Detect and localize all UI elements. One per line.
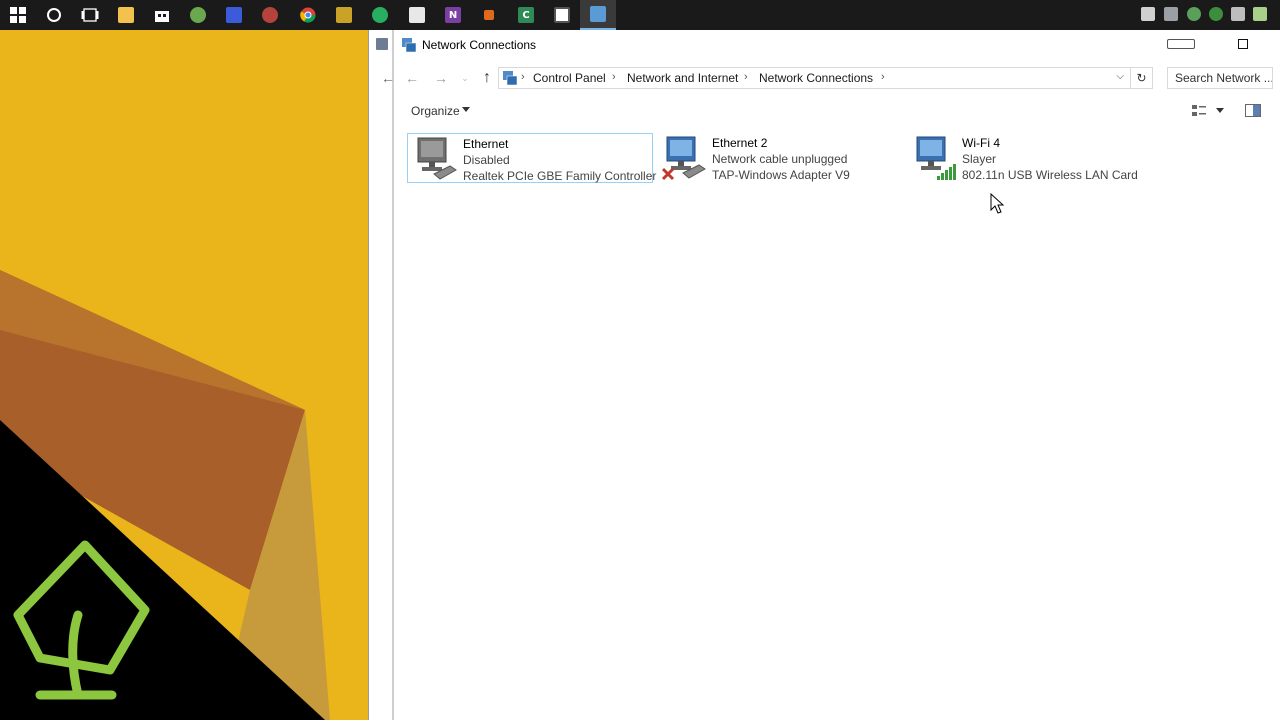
- connection-adapter: TAP-Windows Adapter V9: [712, 168, 850, 182]
- maximize-button[interactable]: [1238, 39, 1248, 49]
- network-connections-icon: [590, 6, 606, 22]
- mouse-cursor-icon: [990, 193, 1004, 214]
- change-view-icon[interactable]: [1191, 104, 1207, 118]
- organize-button[interactable]: Organize: [411, 104, 460, 118]
- network-connections-icon: [402, 38, 417, 53]
- tray-chrome-icon[interactable]: [1187, 7, 1201, 21]
- connection-name: Ethernet 2: [712, 136, 768, 150]
- chevron-down-icon[interactable]: [462, 107, 470, 112]
- onenote-button[interactable]: N: [435, 0, 471, 30]
- connection-adapter: Realtek PCIe GBE Family Controller: [463, 169, 657, 183]
- connection-name: Ethernet: [463, 137, 509, 151]
- breadcrumb-separator[interactable]: ›: [521, 71, 525, 83]
- forward-button[interactable]: →: [431, 68, 451, 88]
- app-button[interactable]: [252, 0, 288, 30]
- wifi-adapter-icon: [916, 136, 956, 180]
- app-button[interactable]: [180, 0, 216, 30]
- chrome-button[interactable]: [290, 0, 326, 30]
- connection-details: Ethernet 2 Network cable unplugged TAP-W…: [712, 135, 850, 183]
- file-explorer-icon: [118, 7, 134, 23]
- tray-app-icon[interactable]: [1253, 7, 1267, 21]
- app-button[interactable]: [326, 0, 362, 30]
- connection-item-ethernet-2[interactable]: Ethernet 2 Network cable unplugged TAP-W…: [657, 133, 903, 183]
- calculator-button[interactable]: [399, 0, 435, 30]
- control-panel-icon: [376, 38, 388, 50]
- taskbar: N C: [0, 0, 1280, 30]
- connection-item-wi-fi-4[interactable]: Wi-Fi 4 Slayer 802.11n USB Wireless LAN …: [907, 133, 1153, 183]
- app-button[interactable]: [471, 0, 507, 30]
- recent-locations-button[interactable]: ⌄: [455, 68, 475, 88]
- store-button[interactable]: [144, 0, 180, 30]
- tray-app-icon[interactable]: [1231, 7, 1245, 21]
- connection-status: Slayer: [962, 152, 997, 166]
- connection-details: Wi-Fi 4 Slayer 802.11n USB Wireless LAN …: [962, 135, 1138, 183]
- address-bar[interactable]: › Control Panel › Network and Internet ›…: [498, 67, 1131, 89]
- preview-pane-icon[interactable]: [1245, 104, 1261, 118]
- daemon-tools-icon: [226, 7, 242, 23]
- network-connections-taskbar-button[interactable]: [580, 0, 616, 30]
- tray-app-icon[interactable]: [1141, 7, 1155, 21]
- camtasia-button[interactable]: C: [508, 0, 544, 30]
- camtasia-icon: C: [518, 7, 534, 23]
- task-view-button[interactable]: [72, 0, 108, 30]
- address-dropdown-icon[interactable]: ⌵: [1116, 71, 1124, 82]
- tray-app-icon[interactable]: [1164, 7, 1178, 21]
- ethernet-unplugged-icon: [661, 136, 706, 181]
- app-icon: [372, 7, 388, 23]
- connection-details: Ethernet Disabled Realtek PCIe GBE Famil…: [463, 136, 656, 184]
- connection-status: Disabled: [463, 153, 510, 167]
- app-icon: [336, 7, 352, 23]
- onenote-icon: N: [445, 7, 461, 23]
- calculator-icon: [409, 7, 425, 23]
- connection-item-ethernet[interactable]: Ethernet Disabled Realtek PCIe GBE Famil…: [407, 133, 656, 184]
- search-input[interactable]: Search Network ...: [1167, 67, 1273, 89]
- app-button[interactable]: [544, 0, 580, 30]
- background-window[interactable]: ←: [368, 30, 395, 720]
- back-button[interactable]: ←: [402, 68, 422, 88]
- minimize-button[interactable]: [1167, 39, 1195, 49]
- windows-logo-icon: [10, 7, 26, 23]
- app-icon: [262, 7, 278, 23]
- app-icon: [190, 7, 206, 23]
- desktop-wallpaper: [0, 30, 368, 720]
- breadcrumb-control-panel[interactable]: Control Panel: [533, 71, 606, 85]
- title-bar[interactable]: Network Connections: [394, 30, 1280, 60]
- ethernet-disabled-icon: [417, 137, 457, 180]
- app-icon: [484, 10, 494, 20]
- chrome-icon: [300, 7, 316, 23]
- navigation-bar: ← → ⌄ ↑ › Control Panel › Network and In…: [394, 63, 1280, 93]
- breadcrumb-network-and-internet[interactable]: Network and Internet: [627, 71, 738, 85]
- app-icon: [554, 7, 570, 23]
- store-icon: [155, 11, 169, 22]
- connection-name: Wi-Fi 4: [962, 136, 1000, 150]
- window-title: Network Connections: [422, 38, 537, 52]
- breadcrumb-separator[interactable]: ›: [744, 71, 748, 83]
- control-panel-icon: [503, 71, 518, 86]
- daemon-tools-button[interactable]: [216, 0, 252, 30]
- view-options-chevron-icon[interactable]: [1216, 108, 1224, 113]
- up-button[interactable]: ↑: [477, 68, 497, 88]
- network-connections-window: Network Connections ← → ⌄ ↑ › Control Pa…: [394, 30, 1280, 720]
- command-bar: Organize: [394, 96, 1280, 126]
- breadcrumb-separator[interactable]: ›: [881, 71, 885, 83]
- start-button[interactable]: [0, 0, 36, 30]
- cortana-icon: [47, 8, 61, 22]
- tray-app-icon[interactable]: [1209, 7, 1223, 21]
- refresh-button[interactable]: ↻: [1131, 67, 1153, 89]
- connection-status: Network cable unplugged: [712, 152, 848, 166]
- breadcrumb-network-connections[interactable]: Network Connections: [759, 71, 873, 85]
- task-view-icon: [81, 8, 99, 22]
- breadcrumb-separator[interactable]: ›: [612, 71, 616, 83]
- connection-adapter: 802.11n USB Wireless LAN Card: [962, 168, 1138, 182]
- cortana-button[interactable]: [36, 0, 72, 30]
- app-button[interactable]: [362, 0, 398, 30]
- back-arrow-icon[interactable]: ←: [381, 70, 395, 86]
- file-explorer-button[interactable]: [108, 0, 144, 30]
